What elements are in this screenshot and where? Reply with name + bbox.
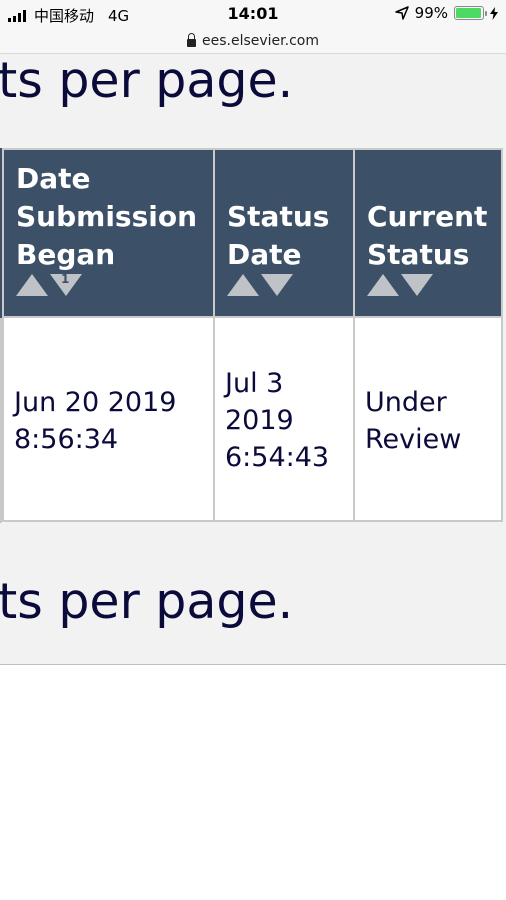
header-date-submission-began[interactable]: Date Submission Began 1	[2, 148, 215, 318]
sort-controls: 1	[16, 272, 213, 296]
sort-ascending-icon[interactable]	[227, 274, 259, 296]
header-label-line: Date	[16, 162, 91, 195]
sort-ascending-icon[interactable]	[367, 274, 399, 296]
header-label-line: Began	[16, 238, 116, 271]
sort-ascending-icon[interactable]	[16, 274, 48, 296]
lock-icon	[187, 32, 196, 47]
status-bar: 中国移动 4G 14:01 99%	[0, 0, 506, 28]
header-label-line: Status	[367, 238, 470, 271]
results-per-page-label: ts per page.	[0, 573, 294, 630]
cell-line: 6:54:43	[225, 442, 330, 473]
results-per-page-label: ts per page.	[0, 54, 294, 109]
cell-date-began: Jun 20 2019 8:56:34	[2, 316, 215, 522]
header-label-line: Date	[227, 238, 302, 271]
location-arrow-icon	[394, 6, 409, 20]
url-text[interactable]: ees.elsevier.com	[202, 33, 319, 49]
header-label-line: Current	[367, 200, 488, 233]
header-current-status[interactable]: Current Status	[353, 148, 503, 318]
sort-controls	[227, 274, 353, 296]
cell-current-status: Under Review	[353, 316, 503, 522]
header-label-line: Status	[227, 200, 330, 233]
sort-descending-icon[interactable]: 1	[50, 272, 82, 296]
cell-line: 8:56:34	[14, 424, 119, 455]
cell-line: 2019	[225, 405, 294, 436]
sort-controls	[367, 274, 501, 296]
cell-line: Jun 20 2019	[14, 387, 177, 418]
sort-order-badge: 1	[61, 272, 70, 286]
sort-descending-icon[interactable]	[401, 274, 433, 296]
battery-icon	[454, 6, 487, 20]
header-label-line: Submission	[16, 200, 198, 233]
address-bar[interactable]: ees.elsevier.com	[0, 28, 506, 54]
pagination-bottom: ts per page.	[0, 523, 506, 665]
cell-line: Review	[365, 424, 462, 455]
pagination-top: ts per page.	[0, 54, 506, 148]
cell-status-date: Jul 3 2019 6:54:43	[213, 316, 355, 522]
cell-line: Jul 3	[225, 368, 284, 399]
cell-line: Under	[365, 387, 447, 418]
status-right: 99%	[394, 4, 498, 22]
battery-percent: 99%	[414, 4, 448, 22]
sort-descending-icon[interactable]	[261, 274, 293, 296]
submissions-table: Date Submission Began 1 Status Date Curr…	[0, 148, 506, 523]
header-status-date[interactable]: Status Date	[213, 148, 355, 318]
charging-bolt-icon	[490, 6, 498, 20]
